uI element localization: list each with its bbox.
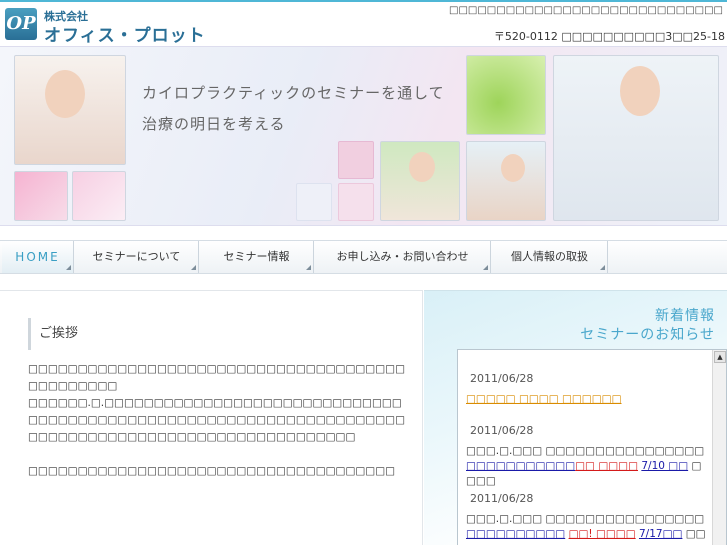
nav-seminar-about[interactable]: セミナーについて xyxy=(75,241,199,273)
pink-photo-tile xyxy=(72,171,126,221)
news-date: 2011/06/28 xyxy=(470,372,534,385)
portrait-face xyxy=(45,70,85,118)
greeting-paragraph: □□□□□□□□□□□□□□□□□□□□□□□□□□□□□□□□□□□□□ xyxy=(28,465,396,477)
pink-photo-tile xyxy=(14,171,68,221)
leaf-photo xyxy=(466,55,546,135)
banner-subheadline: 治療の明日を考える xyxy=(142,115,286,133)
news-link[interactable]: 7/17□□ xyxy=(639,528,682,540)
portrait-face xyxy=(409,152,435,182)
company-logo-icon[interactable]: OP xyxy=(5,8,37,40)
news-link[interactable]: □□□□□□□□□□ xyxy=(466,528,565,540)
greeting-paragraph: □□□□□□.□.□□□□□□□□□□□□□□□□□□□□□□□□□□□□□□□… xyxy=(28,397,405,443)
news-title: 新着情報 xyxy=(655,308,715,324)
main-nav: HOME セミナーについて セミナー情報 お申し込み・お問い合わせ 個人情報の取… xyxy=(0,240,727,274)
news-text: □□□.□.□□□ □□□□□□□□□□□□□□□□ xyxy=(466,513,705,525)
nav-privacy[interactable]: 個人情報の取扱 xyxy=(492,241,608,273)
news-link[interactable]: 7/10 □□ xyxy=(641,460,688,472)
header-tagline: □□□□□□□□□□□□□□□□□□□□□□□□□□□□□ xyxy=(449,5,723,16)
site-header: OP 株式会社 オフィス・プロット □□□□□□□□□□□□□□□□□□□□□□… xyxy=(0,0,727,46)
news-item: □□□□□ □□□□ □□□□□□ xyxy=(466,392,706,407)
news-link[interactable]: □□□□□□□□□□□ xyxy=(466,460,575,472)
news-link[interactable]: □□□□□ □□□□ □□□□□□ xyxy=(466,393,622,405)
greeting-heading: ご挨拶 xyxy=(28,318,78,350)
doctor-photo xyxy=(553,55,719,221)
news-text: □□□.□.□□□ □□□□□□□□□□□□□□□□ xyxy=(466,445,705,457)
main-content: ご挨拶 □□□□□□□□□□□□□□□□□□□□□□□□□□□□□□□□□□□□… xyxy=(0,290,423,545)
news-item: □□□.□.□□□ □□□□□□□□□□□□□□□□ □□□□□□□□□□□□□ … xyxy=(466,444,706,489)
nav-seminar-info[interactable]: セミナー情報 xyxy=(200,241,314,273)
news-list[interactable]: ▲ 2011/06/28 □□□□□ □□□□ □□□□□□ 2011/06/2… xyxy=(457,349,727,545)
scroll-up-icon[interactable]: ▲ xyxy=(714,351,726,363)
news-scrollbar[interactable]: ▲ xyxy=(712,350,726,545)
news-date: 2011/06/28 xyxy=(470,424,534,437)
nurse-photo xyxy=(14,55,126,165)
parent-child-photo xyxy=(466,141,546,221)
news-link[interactable]: □□! □□□□ xyxy=(569,528,636,540)
greeting-paragraph: □□□□□□□□□□□□□□□□□□□□□□□□□□□□□□□□□□□□□□□□… xyxy=(28,363,405,392)
decorative-square xyxy=(338,183,374,221)
decorative-square xyxy=(296,183,332,221)
family-photo xyxy=(380,141,460,221)
hero-banner: カイロプラクティックのセミナーを通して 治療の明日を考える xyxy=(0,46,727,226)
header-address: 〒520-0112 □□□□□□□□□□3□□25-18 xyxy=(493,30,725,43)
company-name[interactable]: オフィス・プロット xyxy=(44,21,206,46)
portrait-face xyxy=(501,154,525,182)
nav-apply-contact[interactable]: お申し込み・お問い合わせ xyxy=(315,241,491,273)
news-item: □□□.□.□□□ □□□□□□□□□□□□□□□□ □□□□□□□□□□ □□!… xyxy=(466,512,706,545)
seminar-notice-title: セミナーのお知らせ xyxy=(580,327,715,343)
decorative-square xyxy=(338,141,374,179)
portrait-face xyxy=(620,66,660,116)
news-link[interactable]: □□ □□□□ xyxy=(575,460,638,472)
nav-home[interactable]: HOME xyxy=(2,241,74,273)
news-sidebar: 新着情報 セミナーのお知らせ ▲ 2011/06/28 □□□□□ □□□□ □… xyxy=(424,290,727,545)
banner-headline: カイロプラクティックのセミナーを通して xyxy=(142,84,445,102)
news-date: 2011/06/28 xyxy=(470,492,534,505)
